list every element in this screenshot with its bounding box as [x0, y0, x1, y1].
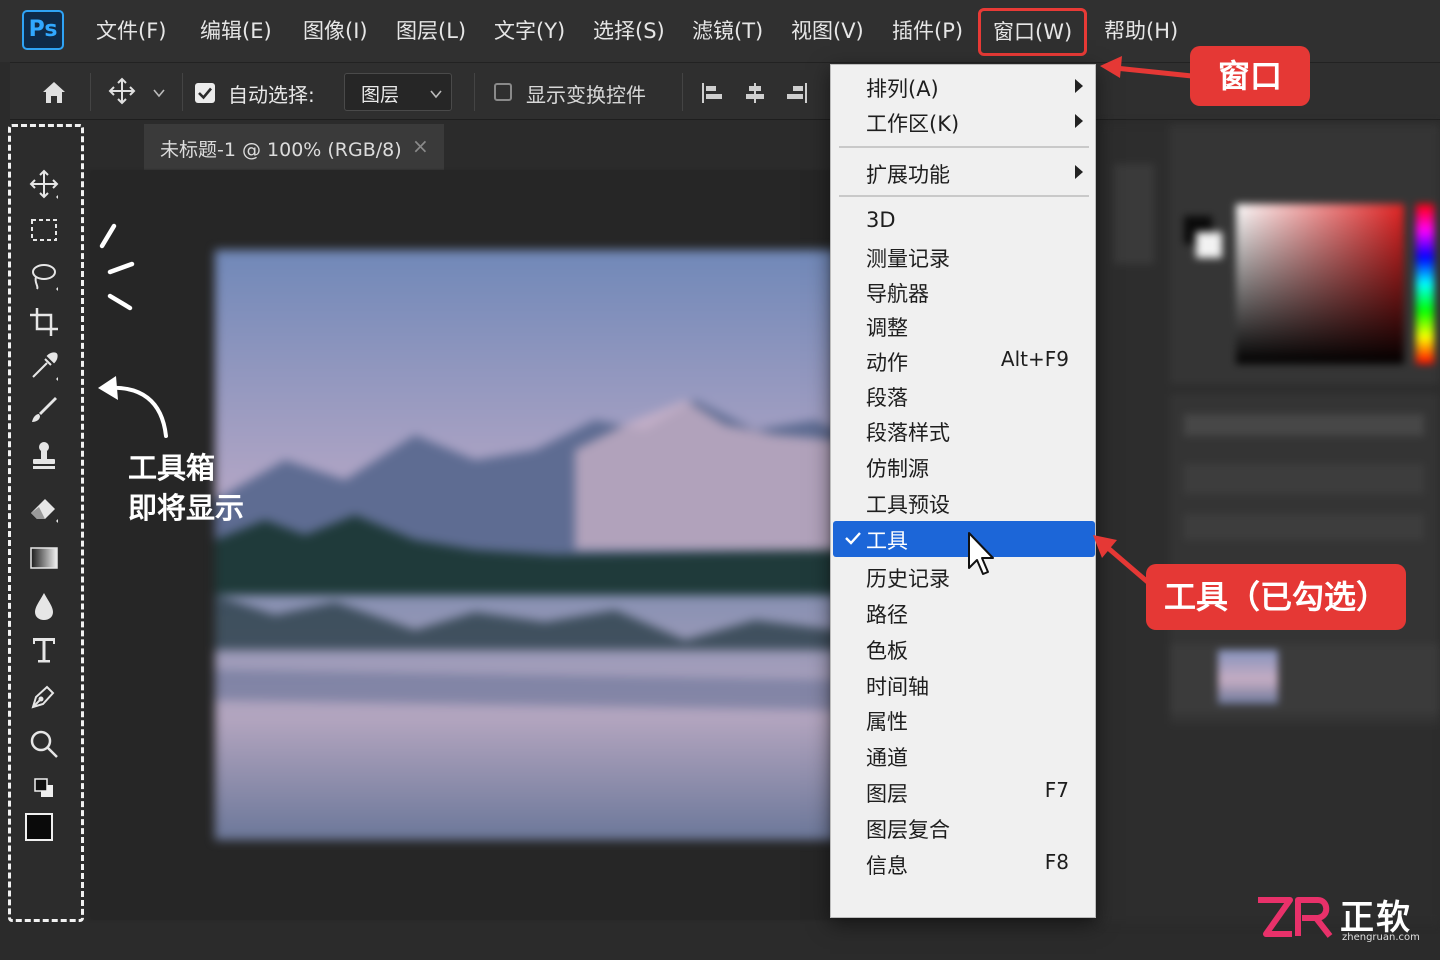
sparkle-mark [107, 261, 135, 275]
arrowhead [1100, 56, 1122, 78]
watermark-url-text: zhengruan.com [1342, 932, 1420, 943]
window-callout-label: 窗口 [1190, 46, 1310, 106]
arrow-to-window-menu [1114, 65, 1193, 79]
zr-logo-icon [1258, 897, 1333, 938]
sparkle-mark [99, 223, 117, 249]
sparkle-mark [107, 293, 133, 311]
toolbox-annotation-line2: 即将显示 [128, 491, 245, 525]
annotation-arrows [98, 56, 1193, 586]
toolbox-annotation-line1: 工具箱 [128, 451, 216, 485]
zhengruan-watermark: 正软 zhengruan.com [1256, 892, 1436, 948]
arrow-to-tools-item [1106, 546, 1152, 586]
tools-checked-callout-label: 工具（已勾选） [1146, 564, 1406, 630]
arrowhead [98, 376, 118, 400]
